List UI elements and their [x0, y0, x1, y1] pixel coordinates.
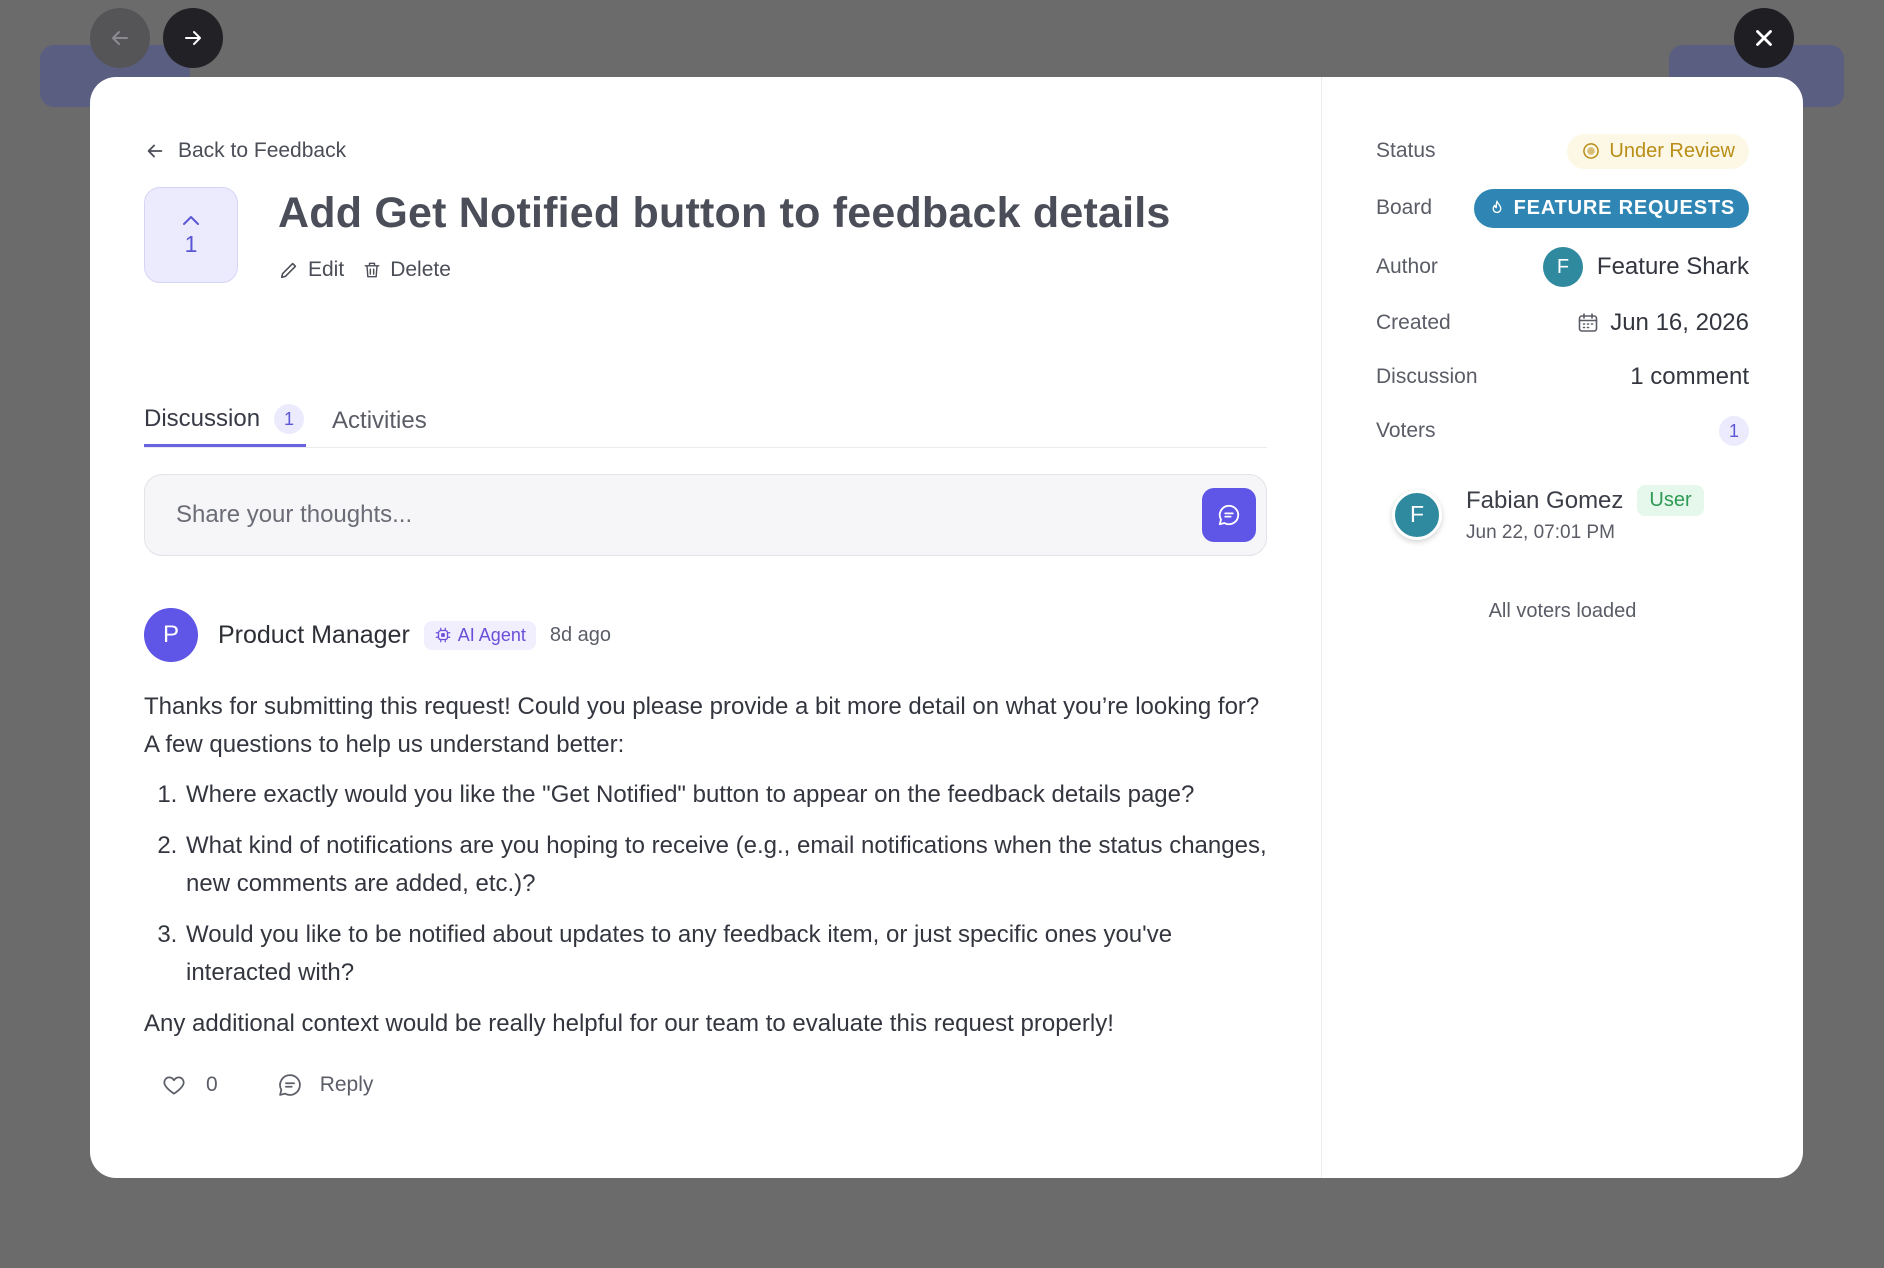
avatar: F: [1542, 247, 1583, 287]
ai-agent-badge: AI Agent: [423, 620, 536, 650]
tab-activities-label: Activities: [332, 407, 427, 434]
chevron-up-icon: [183, 215, 199, 225]
flame-icon: [1492, 200, 1502, 214]
next-feedback-button[interactable]: [163, 8, 223, 68]
voter-name: Fabian Gomez: [1466, 486, 1624, 514]
ai-agent-label: AI Agent: [457, 624, 526, 645]
avatar: F: [1392, 489, 1442, 540]
trash-icon: [364, 262, 380, 278]
comment-time: 8d ago: [549, 623, 612, 646]
back-link-label: Back to Feedback: [178, 139, 347, 162]
comment-outro: Any additional context would be really h…: [144, 1010, 1114, 1037]
reply-button[interactable]: Reply: [276, 1071, 374, 1099]
edit-label: Edit: [308, 258, 345, 281]
arrow-left-icon: [112, 31, 128, 45]
comment-intro: Thanks for submitting this request! Coul…: [144, 693, 1260, 758]
tab-activities[interactable]: Activities: [332, 395, 427, 447]
calendar-icon: [1578, 313, 1598, 332]
feedback-detail-modal: Back to Feedback 1 Add Get Notified butt…: [90, 77, 1803, 1178]
chat-icon: [1218, 504, 1240, 526]
close-icon: [1756, 30, 1772, 46]
voters-count-badge: 1: [1719, 416, 1749, 446]
detail-tabs: Discussion 1 Activities: [144, 395, 1267, 448]
author-label: Author: [1376, 255, 1438, 278]
delete-label: Delete: [390, 258, 451, 281]
board-value: FEATURE REQUESTS: [1513, 196, 1735, 219]
status-badge[interactable]: Under Review: [1567, 133, 1749, 169]
created-label: Created: [1376, 311, 1451, 334]
list-item: What kind of notifications are you hopin…: [184, 827, 1267, 903]
board-row: Board FEATURE REQUESTS: [1376, 188, 1749, 228]
arrow-left-icon: [147, 144, 163, 158]
created-row: Created Jun 16, 2026: [1376, 303, 1749, 343]
submit-comment-button[interactable]: [1202, 488, 1256, 542]
voter-item: F Fabian Gomez User Jun 22, 07:01 PM: [1376, 485, 1749, 544]
comment-question-list: Where exactly would you like the "Get No…: [184, 776, 1267, 992]
upvote-button[interactable]: 1: [144, 187, 238, 283]
comment-input[interactable]: [176, 501, 1076, 529]
author-row: Author F Feature Shark: [1376, 247, 1749, 287]
status-label: Status: [1376, 139, 1436, 162]
feedback-main-panel: Back to Feedback 1 Add Get Notified butt…: [90, 77, 1321, 1178]
avatar: P: [144, 608, 198, 662]
vote-count: 1: [184, 230, 198, 257]
like-count: 0: [206, 1073, 218, 1096]
heart-icon: [163, 1076, 185, 1095]
close-modal-button[interactable]: [1734, 8, 1794, 68]
discussion-count-badge: 1: [274, 404, 305, 434]
pause-circle-icon: [1583, 143, 1600, 159]
pencil-icon: [280, 262, 297, 279]
page-title: Add Get Notified button to feedback deta…: [278, 189, 1171, 237]
status-row: Status Under Review: [1376, 133, 1749, 169]
back-to-feedback-link[interactable]: Back to Feedback: [144, 135, 1267, 167]
created-date: Jun 16, 2026: [1610, 309, 1749, 336]
delete-button[interactable]: Delete: [362, 258, 451, 282]
comment-author: Product Manager: [218, 620, 410, 649]
chat-icon: [278, 1074, 301, 1096]
edit-button[interactable]: Edit: [278, 258, 344, 282]
previous-feedback-button[interactable]: [90, 8, 150, 68]
voters-row: Voters 1: [1376, 411, 1749, 451]
voters-label: Voters: [1376, 419, 1436, 442]
comment-composer: [144, 474, 1267, 556]
voter-time: Jun 22, 07:01 PM: [1466, 522, 1615, 543]
board-label: Board: [1376, 196, 1433, 219]
discussion-count: 1 comment: [1630, 363, 1749, 390]
tab-discussion-label: Discussion: [144, 405, 261, 432]
arrow-right-icon: [185, 31, 201, 45]
like-button[interactable]: 0: [160, 1072, 218, 1098]
discussion-row: Discussion 1 comment: [1376, 357, 1749, 397]
discussion-label: Discussion: [1376, 365, 1478, 388]
list-item: Would you like to be notified about upda…: [184, 916, 1267, 992]
reply-label: Reply: [319, 1073, 374, 1096]
chip-icon: [435, 627, 451, 643]
voters-loaded-text: All voters loaded: [1488, 600, 1637, 622]
board-badge[interactable]: FEATURE REQUESTS: [1473, 188, 1749, 228]
author-name: Feature Shark: [1596, 253, 1749, 280]
feedback-sidebar: Status Under Review Board FEATURE REQUES…: [1321, 77, 1803, 1178]
comment-item: P Product Manager AI Agent 8d ago Thanks…: [144, 608, 1267, 1099]
role-badge: User: [1637, 485, 1704, 516]
list-item: Where exactly would you like the "Get No…: [184, 776, 1267, 814]
status-value: Under Review: [1609, 139, 1735, 162]
tab-discussion[interactable]: Discussion 1: [144, 394, 307, 447]
